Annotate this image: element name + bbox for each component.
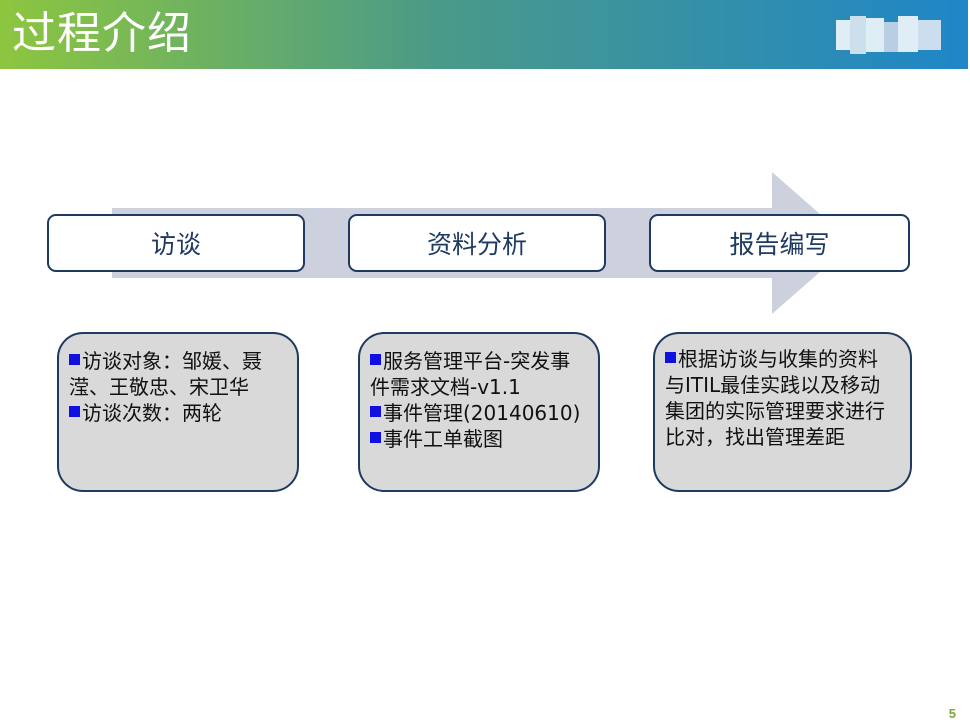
bullet-icon <box>69 354 80 365</box>
detail-text: 根据访谈与收集的资料 <box>678 347 878 371</box>
bullet-icon <box>69 406 80 417</box>
step-analysis-label: 资料分析 <box>426 230 527 259</box>
detail-interview: 访谈对象：邹媛、聂 滢、王敬忠、宋卫华 访谈次数：两轮 <box>57 332 299 492</box>
detail-text: 服务管理平台-突发事 <box>383 349 571 373</box>
detail-text: 事件管理(20140610) <box>383 401 581 425</box>
slide: 过程介绍 访谈 资料分析 报告编写 访谈对象：邹媛、聂 滢、王敬忠、宋卫华 访谈… <box>0 0 970 725</box>
step-analysis: 资料分析 <box>348 214 606 272</box>
detail-text: 事件工单截图 <box>383 427 503 451</box>
detail-line: 集团的实际管理要求进行 <box>665 398 900 424</box>
detail-line: 比对，找出管理差距 <box>665 424 900 450</box>
detail-text: 与ITIL最佳实践以及移动 <box>665 373 881 397</box>
step-interview: 访谈 <box>47 214 305 272</box>
detail-report: 根据访谈与收集的资料 与ITIL最佳实践以及移动 集团的实际管理要求进行 比对，… <box>653 332 912 492</box>
detail-line: 事件工单截图 <box>370 426 588 452</box>
detail-line: 服务管理平台-突发事 <box>370 348 588 374</box>
step-interview-label: 访谈 <box>150 230 201 259</box>
bullet-icon <box>665 352 676 363</box>
detail-line: 事件管理(20140610) <box>370 400 588 426</box>
bullet-icon <box>370 432 381 443</box>
detail-analysis: 服务管理平台-突发事 件需求文档-v1.1 事件管理(20140610) 事件工… <box>358 332 600 492</box>
detail-text: 访谈对象：邹媛、聂 <box>82 349 262 373</box>
bullet-icon <box>370 354 381 365</box>
detail-line: 访谈次数：两轮 <box>69 400 287 426</box>
bullet-icon <box>370 406 381 417</box>
step-report: 报告编写 <box>649 214 910 272</box>
detail-line: 根据访谈与收集的资料 <box>665 346 900 372</box>
detail-line: 与ITIL最佳实践以及移动 <box>665 372 900 398</box>
detail-line: 滢、王敬忠、宋卫华 <box>69 374 287 400</box>
detail-text: 滢、王敬忠、宋卫华 <box>69 375 249 399</box>
detail-text: 访谈次数：两轮 <box>82 401 222 425</box>
page-number: 5 <box>948 706 956 721</box>
detail-line: 访谈对象：邹媛、聂 <box>69 348 287 374</box>
detail-line: 件需求文档-v1.1 <box>370 374 588 400</box>
detail-text: 比对，找出管理差距 <box>665 425 845 449</box>
detail-text: 件需求文档-v1.1 <box>370 375 521 399</box>
step-report-label: 报告编写 <box>729 230 830 259</box>
detail-text: 集团的实际管理要求进行 <box>665 399 885 423</box>
